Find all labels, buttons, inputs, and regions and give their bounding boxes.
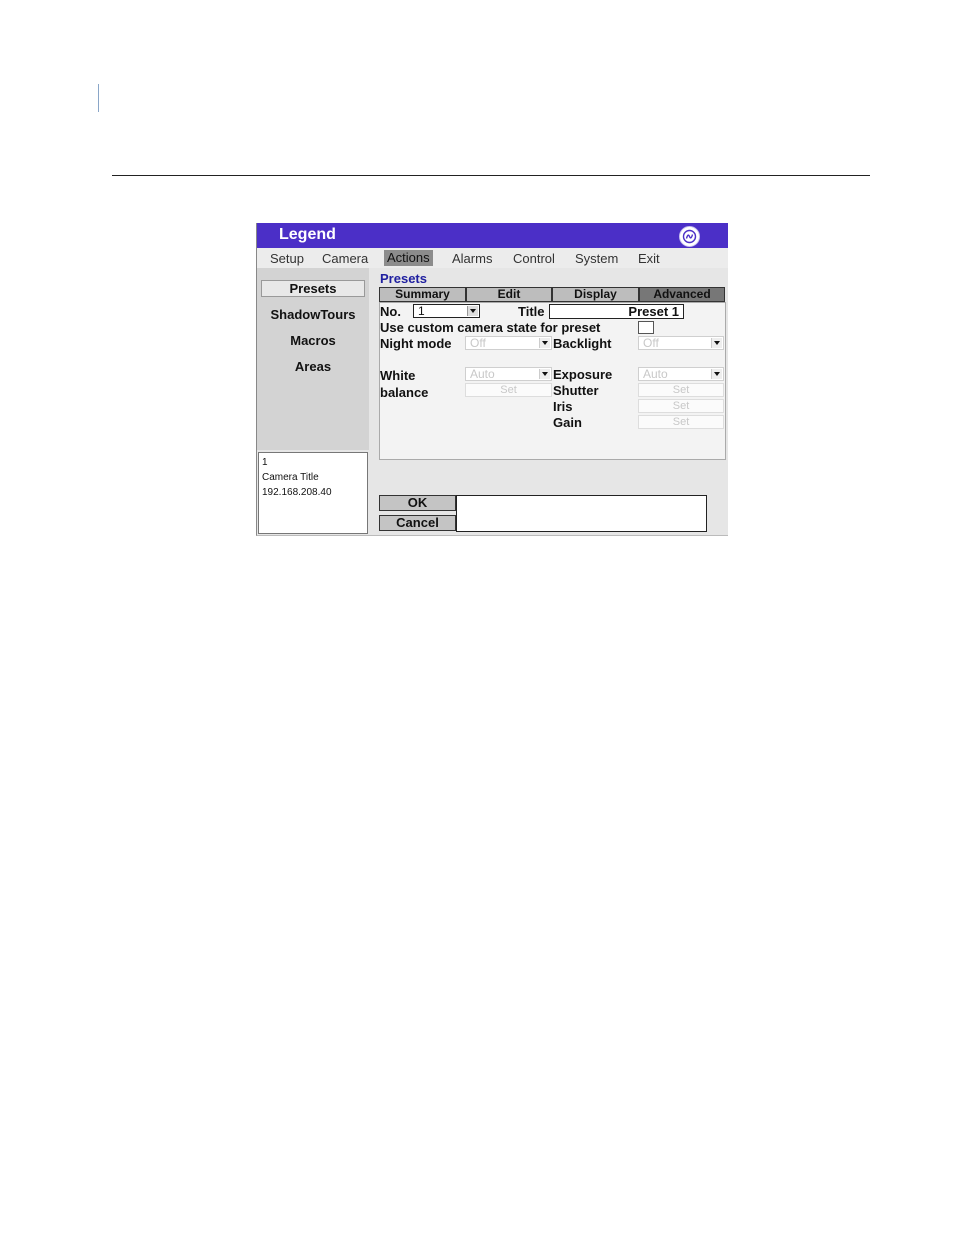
white-balance-value: Auto <box>470 367 495 381</box>
menu-actions[interactable]: Actions <box>384 250 433 266</box>
shutter-set-button[interactable]: Set <box>638 383 724 397</box>
camera-title: Camera Title <box>262 472 319 483</box>
night-mode-value: Off <box>470 336 486 350</box>
white-balance-select[interactable]: Auto <box>465 367 552 381</box>
margin-mark <box>98 84 99 112</box>
tab-strip: Summary Edit Display Advanced <box>379 287 726 302</box>
custom-state-checkbox[interactable] <box>638 321 654 334</box>
sidebar: Presets ShadowTours Macros Areas <box>257 268 369 450</box>
chevron-down-icon <box>467 306 478 316</box>
chevron-down-icon <box>539 338 550 348</box>
gain-set-button[interactable]: Set <box>638 415 724 429</box>
white-label: White <box>380 368 416 383</box>
page-title: Presets <box>380 271 427 286</box>
balance-label: balance <box>380 385 429 400</box>
sidebar-item-macros[interactable]: Macros <box>261 333 365 348</box>
ok-button[interactable]: OK <box>379 495 456 511</box>
camera-info-box: 1 Camera Title 192.168.208.40 <box>258 452 368 534</box>
backlight-value: Off <box>643 336 659 350</box>
tab-display[interactable]: Display <box>552 287 639 302</box>
night-mode-select[interactable]: Off <box>465 336 552 350</box>
camera-ip: 192.168.208.40 <box>262 487 332 498</box>
white-balance-set-button[interactable]: Set <box>465 383 552 397</box>
tab-edit[interactable]: Edit <box>466 287 552 302</box>
iris-label: Iris <box>553 399 573 414</box>
iris-set-button[interactable]: Set <box>638 399 724 413</box>
title-bar: Legend <box>257 223 728 248</box>
legend-app-window: Legend Setup Camera Actions Alarms Contr… <box>256 223 728 536</box>
menu-exit[interactable]: Exit <box>638 251 660 266</box>
exposure-select[interactable]: Auto <box>638 367 724 381</box>
menu-camera[interactable]: Camera <box>322 251 368 266</box>
status-message-box <box>456 495 707 532</box>
exposure-value: Auto <box>643 367 668 381</box>
advanced-panel: No. 1 Title Preset 1 Use custom camera s… <box>379 302 726 460</box>
shutter-label: Shutter <box>553 383 599 398</box>
preset-number-select[interactable]: 1 <box>413 304 480 318</box>
tab-advanced[interactable]: Advanced <box>639 287 725 302</box>
menu-setup[interactable]: Setup <box>270 251 304 266</box>
chevron-down-icon <box>711 338 722 348</box>
menu-alarms[interactable]: Alarms <box>452 251 492 266</box>
no-label: No. <box>380 304 401 319</box>
menu-bar: Setup Camera Actions Alarms Control Syst… <box>257 248 728 268</box>
cancel-button[interactable]: Cancel <box>379 515 456 531</box>
sidebar-item-presets[interactable]: Presets <box>261 280 365 297</box>
preset-title-input[interactable]: Preset 1 <box>549 304 684 319</box>
gain-label: Gain <box>553 415 582 430</box>
menu-control[interactable]: Control <box>513 251 555 266</box>
custom-state-label: Use custom camera state for preset <box>380 320 601 335</box>
header-rule <box>112 175 870 176</box>
sidebar-item-areas[interactable]: Areas <box>261 359 365 374</box>
camera-number: 1 <box>262 457 268 468</box>
tab-summary[interactable]: Summary <box>379 287 466 302</box>
app-title: Legend <box>279 226 336 243</box>
night-mode-label: Night mode <box>380 336 452 351</box>
exposure-label: Exposure <box>553 367 613 382</box>
title-label: Title <box>518 304 545 319</box>
chevron-down-icon <box>539 369 550 379</box>
ge-logo-icon <box>679 226 700 247</box>
menu-system[interactable]: System <box>575 251 618 266</box>
sidebar-item-shadowtours[interactable]: ShadowTours <box>261 307 365 322</box>
preset-number-value: 1 <box>418 304 425 318</box>
backlight-label: Backlight <box>553 336 612 351</box>
chevron-down-icon <box>711 369 722 379</box>
backlight-select[interactable]: Off <box>638 336 724 350</box>
